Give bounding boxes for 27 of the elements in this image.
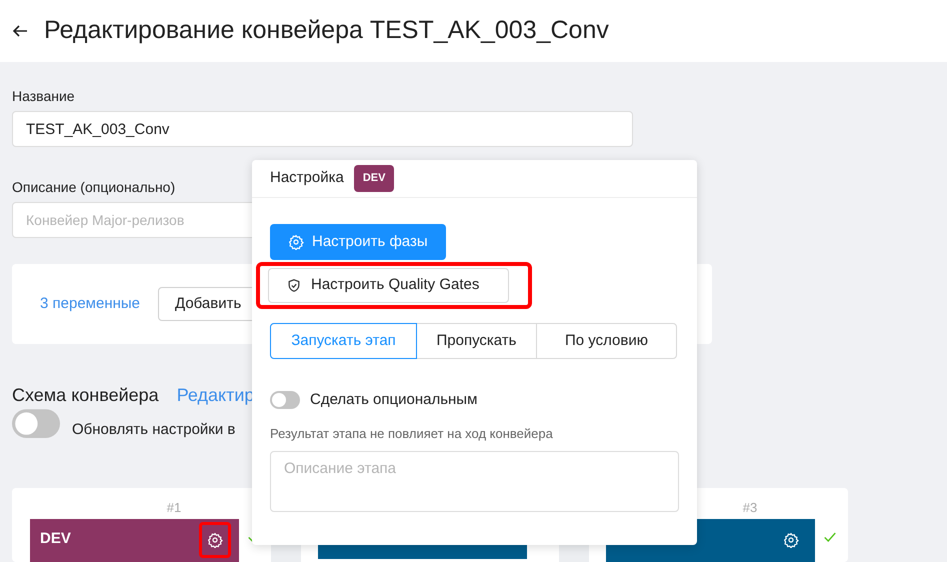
stage-description-field[interactable]: Описание этапа <box>270 451 679 512</box>
mode-tab[interactable]: По условию <box>536 323 677 359</box>
stage-number: #1 <box>166 500 182 515</box>
toggle-switch[interactable] <box>12 409 60 438</box>
toggle-label: Обновлять настройки в <box>72 420 236 440</box>
name-field[interactable]: TEST_AK_003_Conv <box>12 111 633 147</box>
quality-gates-button[interactable]: Настроить Quality Gates <box>268 268 509 303</box>
stage-badge: DEV <box>354 165 394 192</box>
hint-text: Результат этапа не повлияет на ход конвейера <box>270 424 554 443</box>
field-label: Описание (опционально) <box>12 178 176 197</box>
mode-tab[interactable]: Пропускать <box>416 323 537 359</box>
stage-name: DEV <box>40 529 71 550</box>
gear-icon <box>783 532 799 548</box>
settings-button[interactable] <box>207 532 223 548</box>
field-label: Название <box>12 87 75 106</box>
toggle-switch[interactable] <box>270 391 300 410</box>
toggle-label: Сделать опциональным <box>310 390 478 410</box>
stage-number: #3 <box>742 500 758 515</box>
shield-check-icon <box>287 278 301 293</box>
stage-block[interactable]: DEV <box>30 518 239 562</box>
gear-icon <box>288 234 304 250</box>
check-icon <box>822 530 838 544</box>
back-arrow-icon[interactable] <box>12 23 28 39</box>
gear-icon <box>207 532 223 548</box>
page-title: Редактирование конвейера TEST_AK_003_Conv <box>44 15 609 46</box>
section-title: Схема конвейера <box>12 384 159 407</box>
popover-title: Настройка <box>270 168 344 188</box>
